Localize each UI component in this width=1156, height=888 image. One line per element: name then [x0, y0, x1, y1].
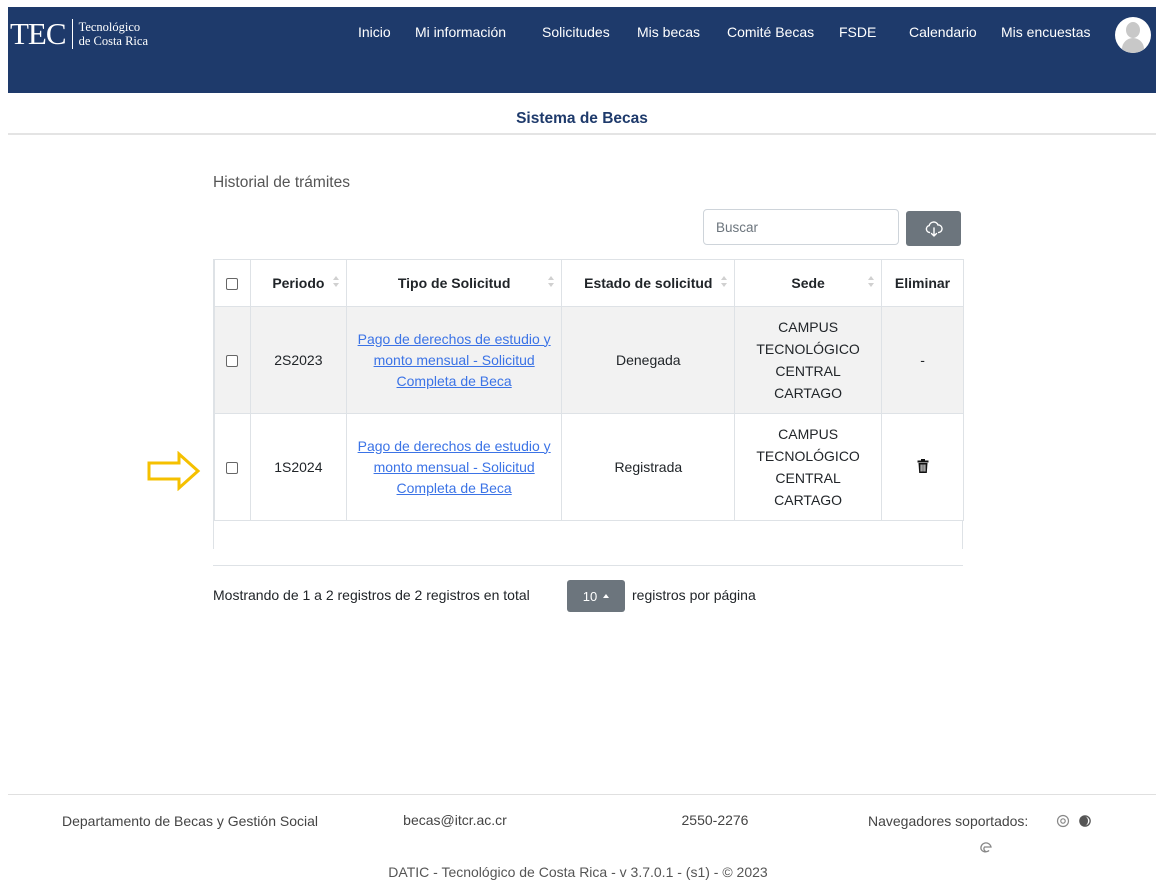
select-all-cell — [214, 259, 251, 307]
sort-icon — [868, 276, 875, 288]
estado-cell: Registrada — [561, 413, 736, 521]
footer-copyright: DATIC - Tecnológico de Costa Rica - v 3.… — [388, 864, 768, 880]
footer-divider — [8, 794, 1156, 795]
sede-cell: CAMPUS TECNOLÓGICO CENTRAL CARTAGO — [756, 426, 860, 508]
download-button[interactable] — [906, 211, 961, 246]
column-tipo[interactable]: Tipo de Solicitud — [345, 259, 563, 307]
nav-mi-informacion[interactable]: Mi información — [415, 24, 506, 42]
page-size-value: 10 — [582, 588, 598, 604]
eliminar-cell: - — [881, 306, 964, 414]
arrow-right-icon — [147, 451, 201, 491]
sede-cell: CAMPUS TECNOLÓGICO CENTRAL CARTAGO — [756, 319, 860, 401]
footer-phone: 2550-2276 — [681, 812, 749, 828]
nav-mis-encuestas[interactable]: Mis encuestas — [1001, 24, 1090, 42]
nav-solicitudes[interactable]: Solicitudes — [542, 24, 610, 42]
logo-acronym: TEC — [10, 16, 67, 51]
footer-department: Departamento de Becas y Gestión Social — [61, 813, 319, 829]
caret-up-icon — [603, 594, 610, 598]
periodo-cell: 1S2024 — [249, 413, 347, 521]
sort-icon — [548, 276, 555, 288]
periodo-cell: 2S2023 — [249, 306, 347, 414]
browsers-label: Navegadores soportados: — [868, 813, 1029, 829]
user-avatar-icon[interactable] — [1115, 17, 1151, 53]
requests-table: Periodo Tipo de Solicitud Estado de soli… — [214, 259, 964, 521]
table-divider — [213, 565, 963, 566]
chrome-icon — [1056, 814, 1070, 828]
nav-comite-becas[interactable]: Comité Becas — [727, 24, 814, 42]
logo-separator — [71, 19, 73, 49]
column-estado[interactable]: Estado de solicitud — [561, 259, 736, 307]
sort-icon — [332, 276, 339, 288]
search-input[interactable] — [703, 209, 899, 245]
column-periodo[interactable]: Periodo — [249, 259, 347, 307]
column-sede[interactable]: Sede — [734, 259, 883, 307]
table-header-row: Periodo Tipo de Solicitud Estado de soli… — [214, 259, 964, 307]
sort-icon — [721, 276, 728, 288]
cloud-download-icon — [925, 220, 943, 237]
section-title: Historial de trámites — [213, 174, 350, 191]
trash-icon[interactable] — [917, 458, 929, 473]
nav-inicio[interactable]: Inicio — [358, 24, 391, 42]
select-all-checkbox[interactable] — [226, 278, 239, 291]
firefox-icon — [1079, 815, 1091, 827]
estado-cell: Denegada — [561, 306, 736, 414]
nav-mis-becas[interactable]: Mis becas — [637, 24, 700, 42]
footer-email[interactable]: becas@itcr.ac.cr — [380, 812, 530, 828]
row-checkbox[interactable] — [226, 462, 239, 475]
table-row: 2S2023 Pago de derechos de estudio y mon… — [214, 306, 964, 414]
nav-fsde[interactable]: FSDE — [839, 24, 876, 42]
edge-icon — [980, 842, 992, 853]
column-eliminar: Eliminar — [881, 259, 964, 307]
requests-table-container: Periodo Tipo de Solicitud Estado de soli… — [213, 259, 964, 549]
page-size-dropdown[interactable]: 10 — [567, 580, 625, 612]
page-title: Sistema de Becas — [516, 110, 648, 127]
logo-line-2: de Costa Rica — [78, 34, 148, 48]
table-row: 1S2024 Pago de derechos de estudio y mon… — [214, 413, 964, 521]
logo-line-1: Tecnológico — [78, 20, 141, 34]
logo-name: Tecnológico de Costa Rica — [79, 20, 148, 48]
row-checkbox[interactable] — [226, 355, 239, 368]
top-navbar: TEC Tecnológico de Costa Rica Inicio Mi … — [8, 7, 1156, 93]
tec-logo[interactable]: TEC Tecnológico de Costa Rica — [10, 17, 148, 51]
per-page-label: registros por página — [632, 587, 756, 603]
nav-calendario[interactable]: Calendario — [909, 24, 977, 42]
subtitle-bar: Sistema de Becas — [8, 105, 1156, 135]
request-type-link[interactable]: Pago de derechos de estudio y monto mens… — [347, 329, 562, 392]
pagination-info: Mostrando de 1 a 2 registros de 2 regist… — [213, 587, 530, 603]
request-type-link[interactable]: Pago de derechos de estudio y monto mens… — [347, 436, 562, 499]
